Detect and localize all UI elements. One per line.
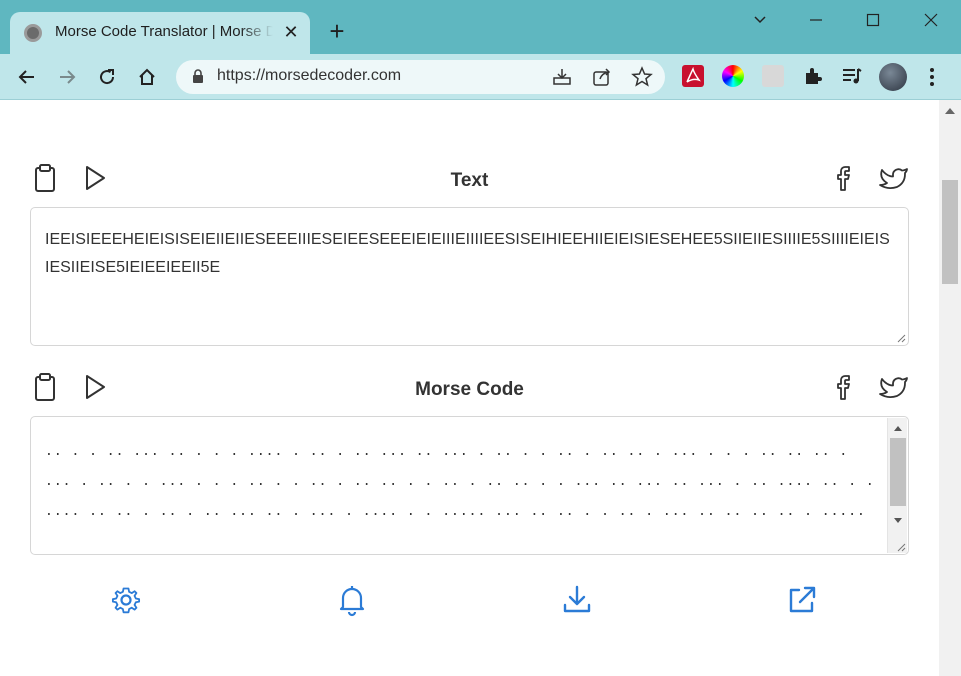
title-bar: Morse Code Translator | Morse Decoder ✕ … [0,0,961,54]
text-section-header: Text [0,162,939,202]
tab-title: Morse Code Translator | Morse Decoder [55,23,273,40]
morse-output-value[interactable]: .. . . .. ... .. . . . .... . .. . .. ..… [45,437,881,537]
browser-window: Morse Code Translator | Morse Decoder ✕ … [0,0,961,676]
twitter-icon[interactable] [878,162,910,194]
morse-title: Morse Code [415,379,524,400]
maximize-button[interactable] [853,6,893,34]
settings-gear-icon[interactable] [109,583,143,617]
scroll-up-icon[interactable] [893,424,903,432]
resize-handle-icon[interactable] [896,333,906,343]
morse-section-header: Morse Code [0,371,939,411]
active-tab[interactable]: Morse Code Translator | Morse Decoder ✕ [10,12,310,54]
minimize-button[interactable] [796,6,836,34]
page-scroll-up-icon[interactable] [945,108,955,114]
scroll-down-icon[interactable] [893,517,903,525]
page-scroll-thumb[interactable] [942,180,958,284]
morse-output-area[interactable]: .. . . .. ... .. . . . .... . .. . .. ..… [30,416,909,555]
close-window-button[interactable] [911,6,951,34]
tab-close-icon[interactable]: ✕ [280,21,302,43]
resize-handle-icon[interactable] [896,542,906,552]
browser-toolbar: https://morsedecoder.com [0,54,961,100]
facebook-icon[interactable] [829,371,861,403]
text-input-area[interactable]: IEEISIEEEHEIEISISEIEIIEIIESEEEIIIESEIEES… [30,207,909,346]
address-bar[interactable]: https://morsedecoder.com [176,60,665,94]
text-input-value[interactable]: IEEISIEEEHEIEISISEIEIIEIIESEEEIIIESEIEES… [45,226,893,282]
browser-menu-icon[interactable] [922,64,942,90]
forward-button[interactable] [52,62,82,92]
media-queue-icon[interactable] [841,65,863,87]
tab-search-icon[interactable] [740,6,780,34]
url-text[interactable]: https://morsedecoder.com [217,67,401,85]
color-picker-extension-icon[interactable] [722,65,744,87]
share-icon[interactable] [591,66,613,88]
pdf-extension-icon[interactable] [682,65,704,87]
reload-button[interactable] [92,62,122,92]
avatar[interactable] [879,63,907,91]
home-button[interactable] [132,62,162,92]
twitter-icon[interactable] [878,371,910,403]
back-button[interactable] [12,62,42,92]
text-title: Text [450,170,489,191]
site-favicon-icon [24,24,42,42]
download-icon[interactable] [560,583,594,617]
page-content: Text IEEISIEEEHEIEISISEIEIIEIIESEEEIIIES… [0,100,939,676]
bookmark-star-icon[interactable] [631,66,653,88]
page-scrollbar[interactable] [939,100,961,676]
facebook-icon[interactable] [829,162,861,194]
profile-extension-icon[interactable] [762,65,784,87]
notification-bell-icon[interactable] [335,583,369,617]
morse-scrollbar[interactable] [887,418,907,553]
lock-icon [193,69,203,83]
new-tab-button[interactable]: + [324,18,350,45]
extensions-puzzle-icon[interactable] [802,65,824,87]
open-external-icon[interactable] [785,583,819,617]
morse-scroll-thumb[interactable] [890,438,906,506]
install-app-icon[interactable] [551,66,573,88]
